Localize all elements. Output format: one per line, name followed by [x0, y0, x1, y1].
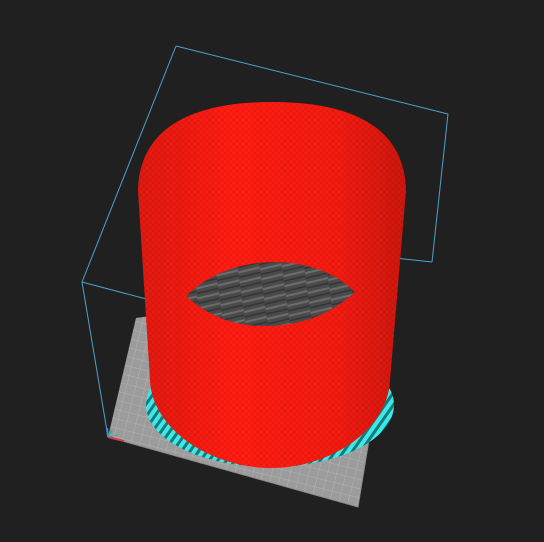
3d-preview-viewport[interactable] — [0, 0, 544, 542]
scene-canvas[interactable] — [0, 0, 544, 542]
